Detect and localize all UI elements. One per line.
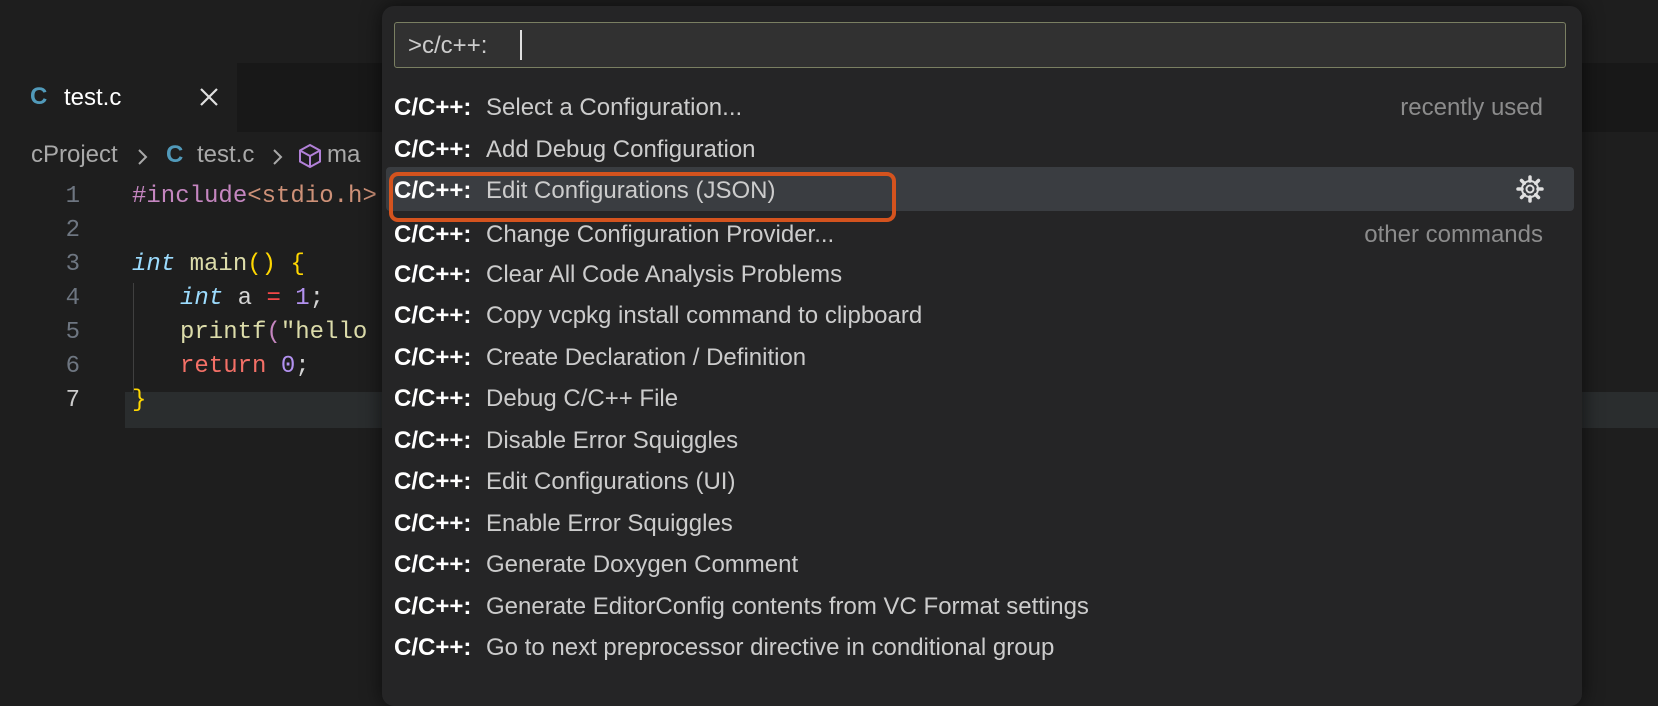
command-item[interactable]: C/C++: Select a Configuration... recently … <box>386 84 1574 128</box>
command-palette-input[interactable]: >c/c++: <box>394 22 1566 68</box>
command-item-prefix: C/C++: <box>394 94 472 121</box>
command-item-label: Generate EditorConfig contents from VC F… <box>486 593 1089 620</box>
command-item[interactable]: C/C++: Generate EditorConfig contents fro… <box>386 583 1574 627</box>
brace: { <box>276 251 305 278</box>
command-item-prefix: C/C++: <box>394 634 472 661</box>
function-name: main <box>175 251 248 278</box>
breadcrumb-file[interactable]: test.c <box>197 141 254 169</box>
command-item-label: Edit Configurations (UI) <box>486 468 736 495</box>
command-item-prefix: C/C++: <box>394 551 472 578</box>
code-line-6: return 0; <box>180 353 310 380</box>
gear-icon[interactable] <box>1516 175 1544 203</box>
indent-guide <box>133 283 134 393</box>
command-item-prefix: C/C++: <box>394 385 472 412</box>
command-item-prefix: C/C++: <box>394 593 472 620</box>
command-item[interactable]: C/C++: Copy vcpkg install command to clip… <box>386 292 1574 336</box>
line-number-active: 7 <box>65 387 80 414</box>
semicolon: ; <box>309 285 325 312</box>
command-item-prefix: C/C++: <box>394 427 472 454</box>
line-number: 5 <box>65 319 80 346</box>
command-item[interactable]: C/C++: Disable Error Squiggles <box>386 417 1574 461</box>
command-item[interactable]: C/C++: Generate Doxygen Comment <box>386 541 1574 585</box>
command-item-label: Create Declaration / Definition <box>486 344 807 371</box>
command-item[interactable]: C/C++: Add Debug Configuration <box>386 126 1574 170</box>
operator: = <box>266 285 281 312</box>
command-item[interactable]: C/C++: Debug C/C++ File <box>386 375 1574 419</box>
command-item-label: Debug C/C++ File <box>486 385 679 412</box>
tab-label: test.c <box>64 84 122 111</box>
command-item-prefix: C/C++: <box>394 344 472 371</box>
command-item-prefix: C/C++: <box>394 221 472 248</box>
command-item-prefix: C/C++: <box>394 261 472 288</box>
line-number: 1 <box>65 183 80 210</box>
command-item[interactable]: C/C++: Create Declaration / Definition <box>386 334 1574 378</box>
paren: ( <box>266 319 281 346</box>
breadcrumb-symbol[interactable]: ma <box>327 141 360 169</box>
paren: () <box>247 251 277 278</box>
function-call: printf <box>180 319 267 346</box>
brace: } <box>132 387 147 414</box>
command-item-label: Go to next preprocessor directive in con… <box>486 634 1055 661</box>
command-item-label: Disable Error Squiggles <box>486 427 739 454</box>
command-item-prefix: C/C++: <box>394 136 472 163</box>
type-keyword: int <box>132 251 176 278</box>
c-file-icon: C <box>30 83 48 110</box>
command-item-label: Enable Error Squiggles <box>486 510 733 537</box>
command-item-prefix: C/C++: <box>394 468 472 495</box>
chevron-right-icon <box>273 149 283 165</box>
type-keyword: int <box>180 285 224 312</box>
c-file-icon: C <box>166 141 184 168</box>
command-item-prefix: C/C++: <box>394 510 472 537</box>
command-item-hint: other commands <box>1364 221 1543 248</box>
command-palette: >c/c++: C/C++: Select a Configuration... r… <box>382 6 1582 706</box>
variable: a <box>223 285 267 312</box>
number-literal: 0 <box>266 353 296 380</box>
breadcrumb-folder[interactable]: cProject <box>31 141 118 169</box>
annotation-highlight-box <box>389 172 896 222</box>
line-number: 2 <box>65 217 80 244</box>
command-item-label: Change Configuration Provider... <box>486 221 835 248</box>
code-line-1: #include<stdio.h> <box>132 183 377 210</box>
command-item[interactable]: C/C++: Go to next preprocessor directive … <box>386 624 1574 668</box>
close-icon[interactable] <box>198 86 220 108</box>
string-literal: "hello <box>280 319 368 346</box>
command-item-prefix: C/C++: <box>394 302 472 329</box>
chevron-right-icon <box>138 149 148 165</box>
command-item[interactable]: C/C++: Enable Error Squiggles <box>386 500 1574 544</box>
code-line-7: } <box>132 387 146 414</box>
preprocessor-directive: #include <box>132 183 248 210</box>
return-keyword: return <box>180 353 267 380</box>
include-path: <stdio.h> <box>247 183 377 210</box>
code-line-4: int a = 1; <box>180 285 324 312</box>
semicolon: ; <box>295 353 310 380</box>
command-item[interactable]: C/C++: Clear All Code Analysis Problems <box>386 251 1574 295</box>
tab-test-c[interactable]: C test.c <box>0 63 237 132</box>
command-item-label: Clear All Code Analysis Problems <box>486 261 843 288</box>
number-literal: 1 <box>280 285 310 312</box>
command-item-label: Select a Configuration... <box>486 94 743 121</box>
cube-symbol-icon <box>299 143 321 169</box>
command-palette-input-value: >c/c++: <box>408 32 488 59</box>
line-number: 6 <box>65 353 80 380</box>
command-item-label: Generate Doxygen Comment <box>486 551 799 578</box>
command-item-label: Copy vcpkg install command to clipboard <box>486 302 923 329</box>
command-item-hint: recently used <box>1400 94 1543 121</box>
text-caret <box>520 30 522 60</box>
command-item[interactable]: C/C++: Edit Configurations (UI) <box>386 458 1574 502</box>
line-number: 4 <box>65 285 80 312</box>
code-line-5: printf("hello <box>180 319 367 346</box>
code-line-3: int main() { <box>132 251 305 278</box>
command-item-label: Add Debug Configuration <box>486 136 756 163</box>
line-number: 3 <box>65 251 80 278</box>
